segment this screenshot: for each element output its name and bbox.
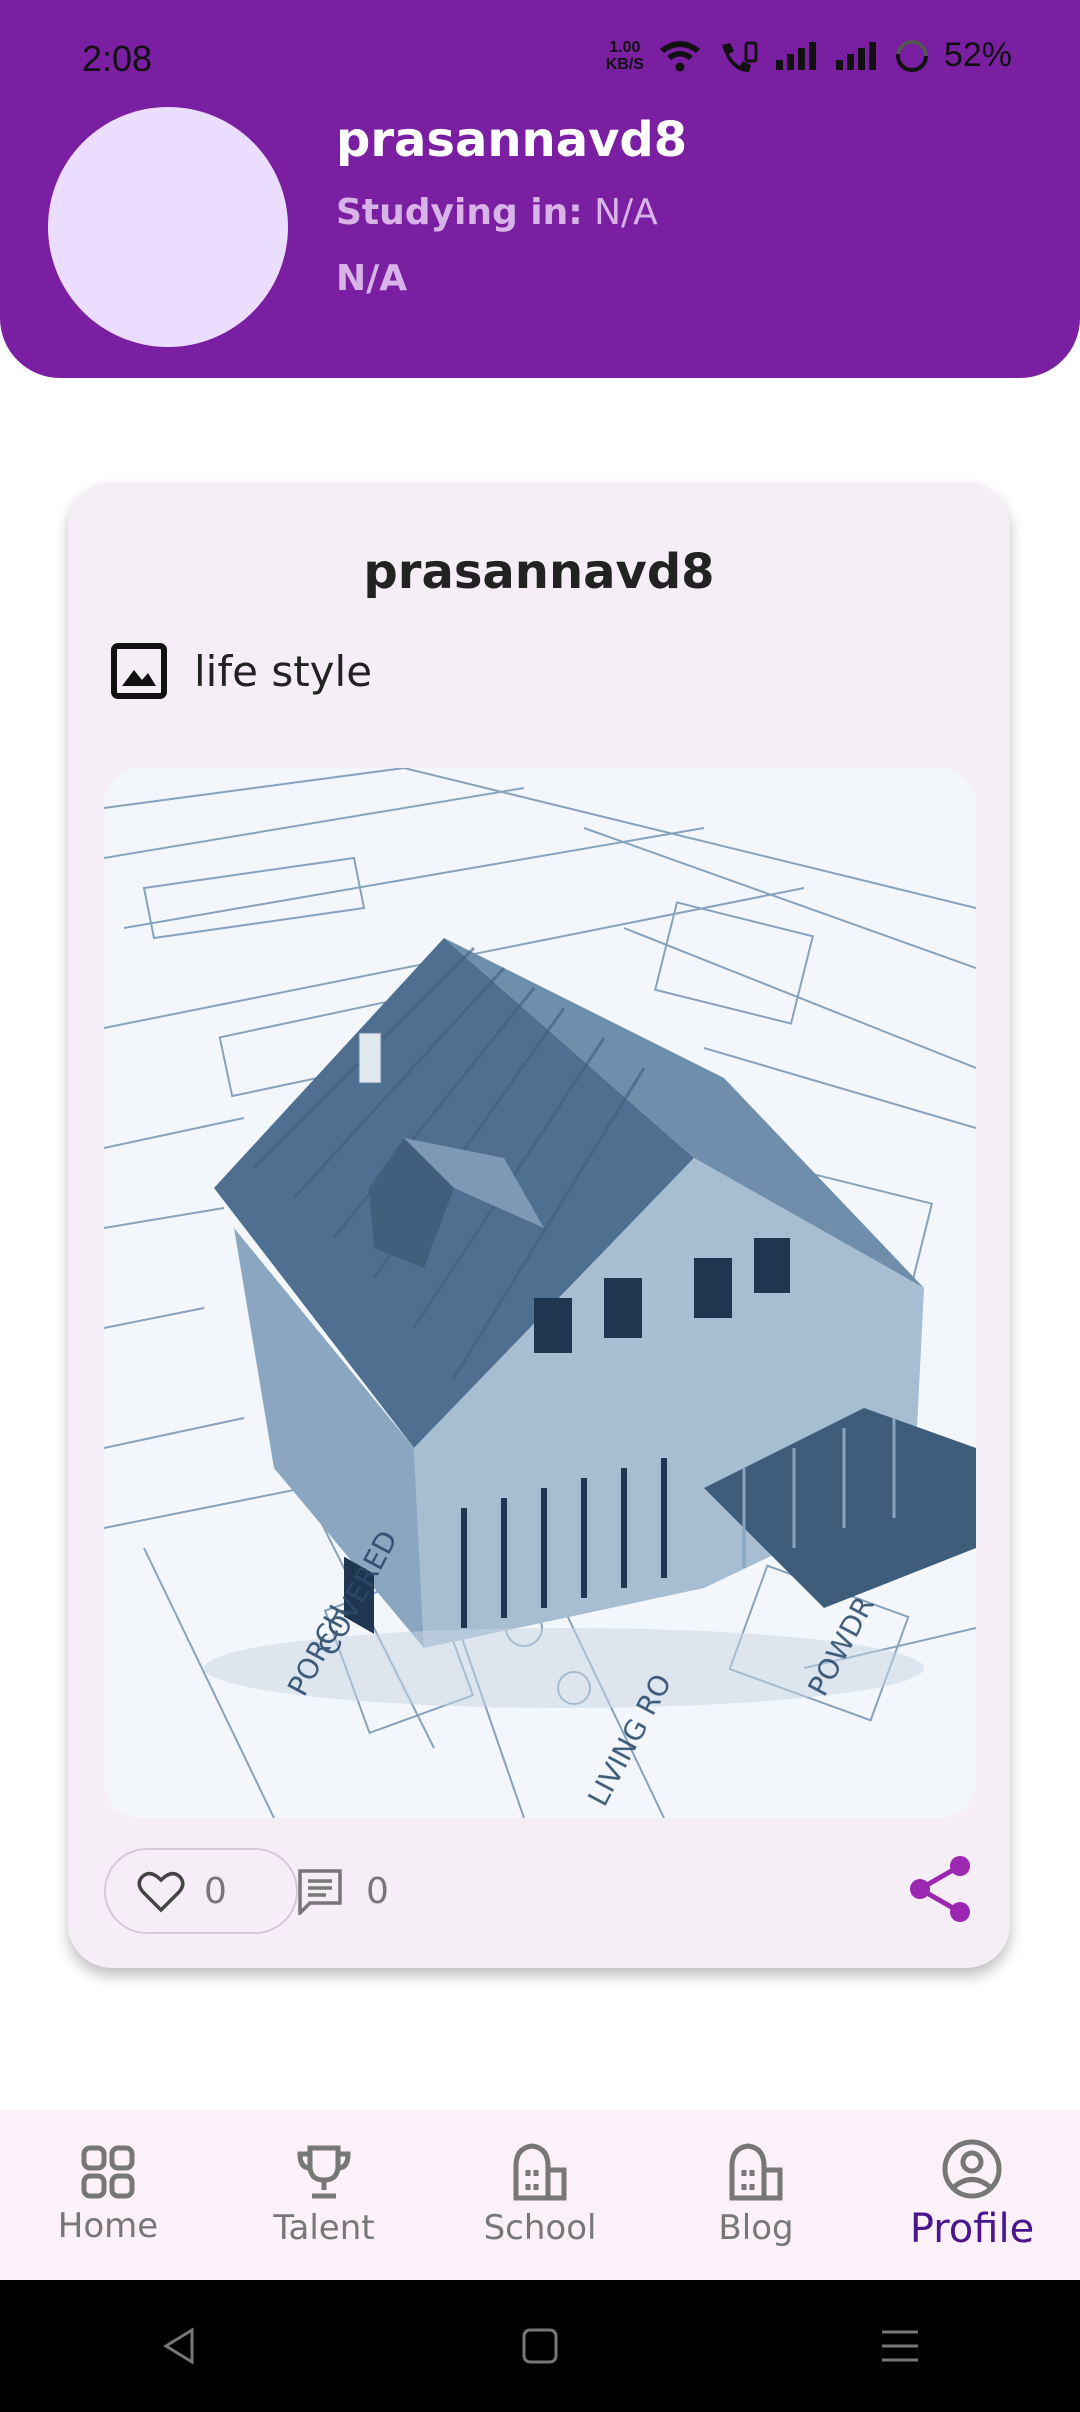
like-button[interactable]: 0 <box>104 1848 298 1934</box>
battery-percent: 52% <box>943 36 1012 74</box>
status-icons: 1.00 KB/S 52% <box>606 36 1012 75</box>
studying-label: Studying in: <box>336 192 583 233</box>
wifi-calling-icon <box>721 41 758 72</box>
avatar[interactable] <box>48 107 288 347</box>
studying-info: Studying in: N/A <box>336 192 658 233</box>
profile-header: 2:08 1.00 KB/S 52% prasannavd8 Studying … <box>0 0 1080 378</box>
battery-ring-icon <box>895 39 928 72</box>
nav-talent[interactable]: Talent <box>216 2110 432 2280</box>
post-card[interactable]: prasannavd8 life style COVERED PORCH LIV… <box>68 482 1010 1968</box>
nav-talent-label: Talent <box>273 2208 375 2248</box>
comment-icon <box>298 1869 342 1915</box>
wifi-icon <box>659 40 700 71</box>
back-icon[interactable] <box>160 2326 200 2366</box>
trophy-icon <box>297 2145 351 2199</box>
home-square-icon[interactable] <box>520 2326 560 2366</box>
account-circle-icon <box>942 2139 1002 2199</box>
profile-secondary-info: N/A <box>336 258 408 299</box>
studying-value: N/A <box>594 192 658 233</box>
post-image[interactable]: COVERED PORCH LIVING RO POWDR <box>104 768 976 1818</box>
category-label: life style <box>194 646 373 696</box>
post-actions: 0 0 <box>104 1848 976 1938</box>
system-navigation-bar <box>0 2280 1080 2412</box>
signal-icon <box>775 41 816 70</box>
nav-blog[interactable]: Blog <box>648 2110 864 2280</box>
house-blueprint-image: COVERED PORCH LIVING RO POWDR <box>104 768 976 1818</box>
network-speed-value: 1.00 <box>609 38 641 56</box>
post-author: prasannavd8 <box>363 544 715 600</box>
nav-profile[interactable]: Profile <box>864 2110 1080 2280</box>
profile-username: prasannavd8 <box>336 112 688 168</box>
like-count: 0 <box>204 1870 227 1912</box>
nav-school-label: School <box>483 2208 597 2248</box>
share-icon[interactable] <box>906 1854 976 1924</box>
building-icon <box>729 2143 783 2201</box>
comment-button[interactable]: 0 <box>288 1848 389 1934</box>
nav-profile-label: Profile <box>909 2206 1035 2252</box>
bottom-navigation: Home Talent School Blog Profile <box>0 2110 1080 2280</box>
heart-icon <box>137 1871 185 1913</box>
grid-icon <box>81 2145 135 2199</box>
nav-school[interactable]: School <box>432 2110 648 2280</box>
nav-home[interactable]: Home <box>0 2110 216 2280</box>
image-icon <box>111 643 167 699</box>
signal-icon-2 <box>835 41 876 70</box>
nav-blog-label: Blog <box>718 2208 794 2248</box>
status-time: 2:08 <box>82 38 153 79</box>
post-category: life style <box>110 642 372 700</box>
network-speed-unit: KB/S <box>605 55 644 73</box>
nav-home-label: Home <box>57 2206 159 2246</box>
network-speed: 1.00 KB/S <box>606 39 644 73</box>
comment-count: 0 <box>366 1870 389 1912</box>
recents-menu-icon[interactable] <box>880 2326 920 2366</box>
building-icon <box>513 2143 567 2201</box>
